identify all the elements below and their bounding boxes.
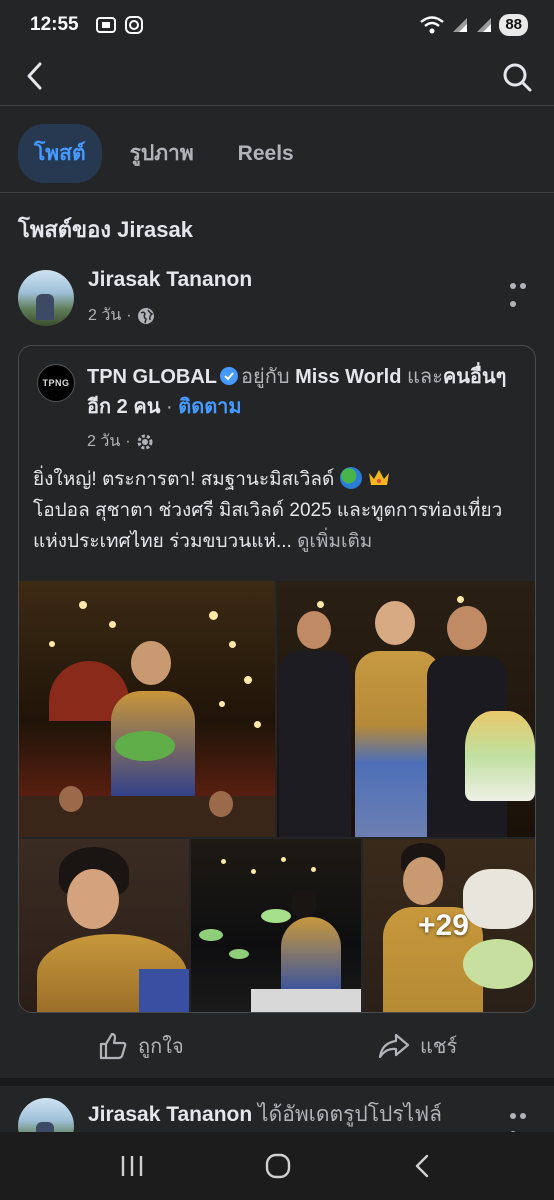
verified-badge-icon <box>220 367 238 385</box>
photo-4[interactable] <box>191 839 361 1012</box>
gear-icon <box>137 434 153 449</box>
battery-indicator: 88 <box>499 14 528 36</box>
with-text: อยู่กับ <box>241 366 290 388</box>
recents-icon[interactable] <box>118 1153 146 1179</box>
status-time: 12:55 <box>30 14 79 35</box>
page-logo[interactable]: TPNG <box>37 364 75 402</box>
post-text-line1: ยิ่งใหญ่! ตระการตา! สมฐานะมิสเวิลด์ <box>33 469 335 490</box>
screenshot-icon <box>95 17 116 33</box>
globe-icon <box>137 307 154 324</box>
tab-posts[interactable]: โพสต์ <box>18 124 102 183</box>
search-icon[interactable] <box>500 60 534 94</box>
photo-3[interactable] <box>19 839 189 1012</box>
next-post-author[interactable]: Jirasak Tananon <box>88 1103 252 1126</box>
post-body-text: ยิ่งใหญ่! ตระการตา! สมฐานะมิสเวิลด์ โอปอ… <box>33 464 529 557</box>
section-title: โพสต์ของ Jirasak <box>18 217 193 242</box>
tab-reels[interactable]: Reels <box>222 129 310 179</box>
post-text-line2: โอปอล สุชาตา ช่วงศรี มิสเวิลด์ 2025 และท… <box>33 500 503 552</box>
photo-5[interactable]: +29 <box>363 839 535 1012</box>
share-icon <box>378 1033 410 1059</box>
wifi-icon <box>420 16 445 34</box>
shared-page-name[interactable]: TPN GLOBAL <box>87 366 217 388</box>
shared-post-time: 2 วัน <box>87 433 121 450</box>
back-nav-icon[interactable] <box>410 1152 436 1180</box>
profile-tabs: โพสต์ รูปภาพ Reels <box>18 124 310 183</box>
crown-emoji-icon <box>368 470 389 485</box>
see-more-link[interactable]: ดูเพิ่มเติม <box>297 531 372 552</box>
signal-2-icon <box>477 18 492 32</box>
instagram-icon <box>124 16 143 34</box>
extra-photos-count: +29 <box>418 909 469 942</box>
shared-post-header: TPN GLOBAL อยู่กับ Miss World และคนอื่นๆ … <box>87 366 507 418</box>
globe-emoji-icon <box>339 467 362 489</box>
system-nav-bar <box>0 1132 554 1200</box>
post-time: 2 วัน <box>88 307 122 324</box>
and-text: และ <box>406 366 443 388</box>
post-author-name[interactable]: Jirasak Tananon <box>88 268 252 292</box>
shared-post-meta: 2 วัน · <box>87 429 154 454</box>
status-bar: 12:55 88 <box>0 0 554 50</box>
photo-2[interactable] <box>277 581 535 837</box>
photo-1[interactable] <box>19 581 275 837</box>
top-bar <box>0 50 554 106</box>
next-post-header: Jirasak Tananon ได้อัพเดตรูปโปรไฟล์ <box>88 1098 442 1131</box>
like-button[interactable]: ถูกใจ <box>98 1030 184 1062</box>
with-page-name[interactable]: Miss World <box>295 366 401 388</box>
tab-photos[interactable]: รูปภาพ <box>114 124 210 183</box>
like-icon <box>99 1032 127 1060</box>
follow-button[interactable]: ติดตาม <box>178 396 241 418</box>
post-more-icon[interactable] <box>510 276 538 307</box>
like-label: ถูกใจ <box>138 1036 184 1058</box>
back-arrow-icon[interactable] <box>20 60 52 92</box>
share-label: แชร์ <box>420 1036 458 1058</box>
home-icon[interactable] <box>263 1151 293 1181</box>
next-post-more-icon[interactable] <box>510 1106 538 1137</box>
author-avatar[interactable] <box>18 270 74 326</box>
feed-separator <box>0 1078 554 1086</box>
next-post-action: ได้อัพเดตรูปโปรไฟล์ <box>258 1103 442 1126</box>
shared-post-card[interactable]: TPNG TPN GLOBAL อยู่กับ Miss World และคนอ… <box>18 345 536 1013</box>
tabs-divider <box>0 192 554 193</box>
share-button[interactable]: แชร์ <box>378 1030 457 1062</box>
signal-icon <box>453 18 468 32</box>
post-meta: 2 วัน · <box>88 303 155 328</box>
